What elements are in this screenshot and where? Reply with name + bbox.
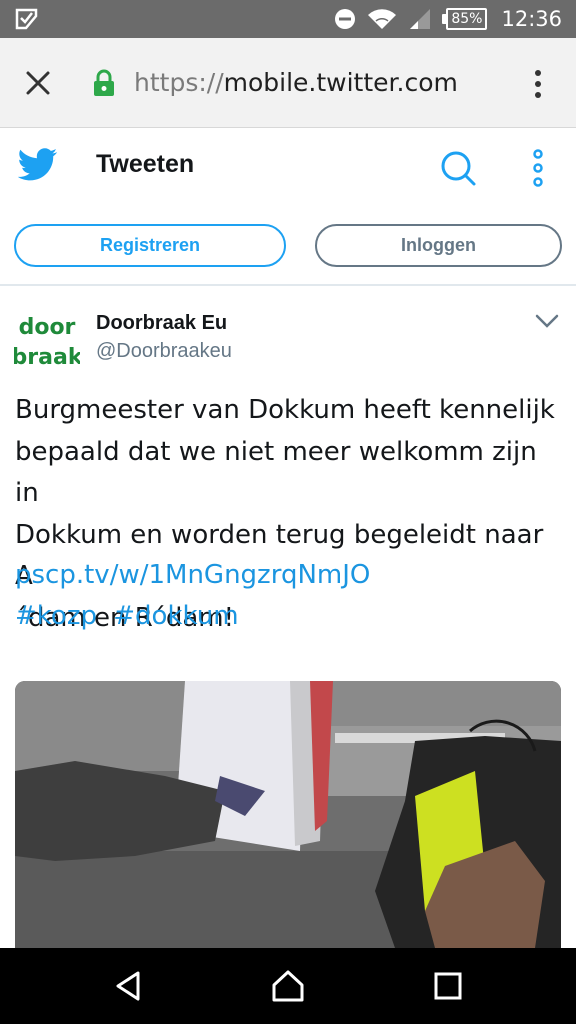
notification-icon: [15, 8, 38, 30]
twitter-header: Tweeten: [0, 130, 576, 206]
back-icon[interactable]: [110, 968, 146, 1004]
register-button[interactable]: Registreren: [14, 224, 286, 267]
battery-icon: 85%: [442, 8, 488, 30]
tweet-text-line: bepaald dat we niet meer welkomm zijn in: [15, 436, 537, 509]
avatar[interactable]: door braak: [14, 308, 80, 372]
browser-toolbar: https://mobile.twitter.com: [0, 38, 576, 128]
wifi-icon: [368, 9, 397, 29]
tweet: door braak Doorbraak Eu @Doorbraakeu Bur…: [0, 288, 576, 948]
close-icon[interactable]: [22, 67, 54, 99]
url-scheme: https://: [134, 68, 224, 97]
author-handle[interactable]: @Doorbraakeu: [96, 340, 232, 363]
chevron-down-icon[interactable]: [534, 312, 560, 330]
hashtag-kozp[interactable]: #kozp: [15, 601, 97, 631]
signal-icon: [410, 9, 431, 29]
tweet-hashtags: #kozp #dokkum: [15, 601, 247, 631]
page-title: Tweeten: [96, 150, 195, 178]
search-icon[interactable]: [438, 148, 478, 188]
do-not-disturb-icon: [335, 9, 356, 29]
avatar-text-top: door: [19, 315, 76, 340]
more-options-icon[interactable]: [528, 148, 548, 188]
hashtag-dokkum[interactable]: #dokkum: [113, 601, 238, 631]
login-button[interactable]: Inloggen: [315, 224, 562, 267]
author-name[interactable]: Doorbraak Eu: [96, 312, 227, 335]
twitter-bird-icon[interactable]: [18, 148, 58, 182]
clock: 12:36: [501, 7, 562, 31]
url-host: mobile.twitter.com: [223, 68, 458, 97]
auth-buttons: Registreren Inloggen: [0, 206, 576, 286]
navigation-bar: [0, 948, 576, 1024]
tweet-text-line: Burgmeester van Dokkum heeft kennelijk: [15, 395, 555, 425]
status-bar: 85% 12:36: [0, 0, 576, 38]
battery-level: 85%: [451, 11, 483, 27]
tweet-media-image[interactable]: [15, 681, 561, 948]
tweet-link[interactable]: pscp.tv/w/1MnGngzrqNmJO: [15, 560, 370, 590]
recent-apps-icon[interactable]: [430, 968, 466, 1004]
home-icon[interactable]: [270, 968, 306, 1004]
url-field[interactable]: https://mobile.twitter.com: [134, 68, 458, 97]
overflow-menu-icon[interactable]: [528, 68, 548, 100]
avatar-text-bottom: braak: [14, 345, 80, 370]
lock-icon[interactable]: [92, 69, 116, 97]
